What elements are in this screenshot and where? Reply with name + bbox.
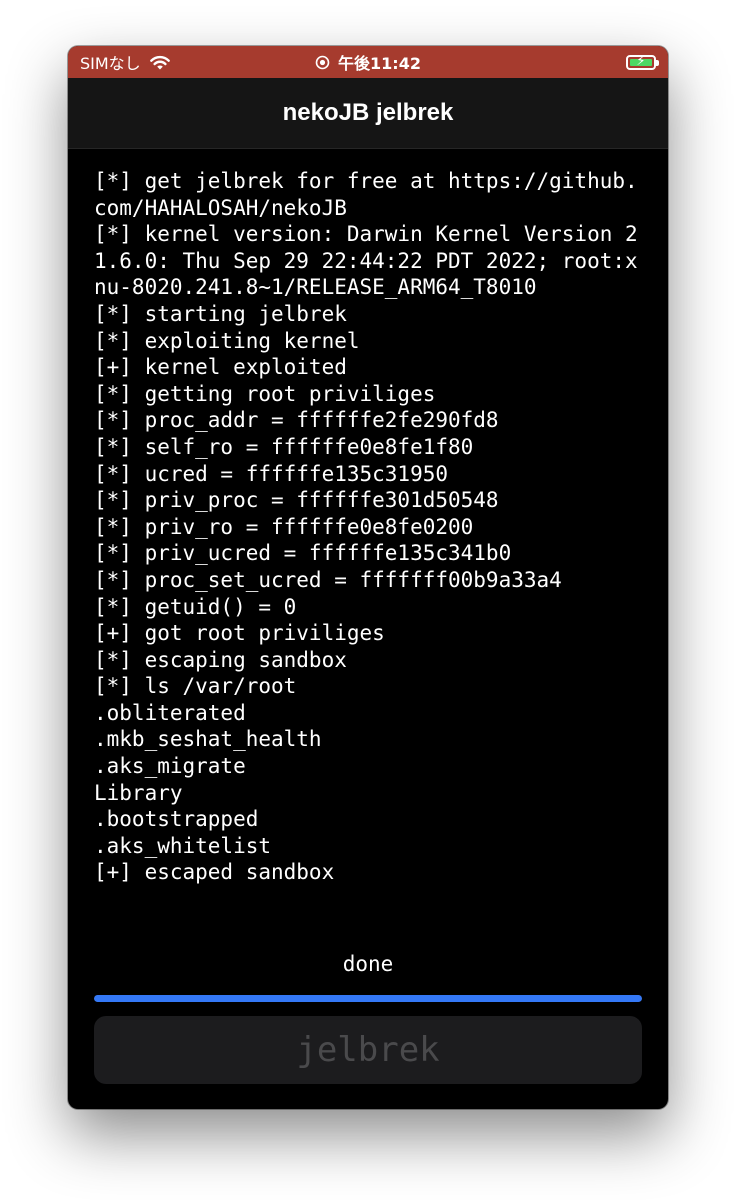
navigation-bar: nekoJB jelbrek: [68, 78, 668, 149]
log-line: [*] proc_set_ucred = fffffff00b9a33a4: [94, 567, 562, 592]
log-line: [*] self_ro = ffffffe0e8fe1f80: [94, 434, 474, 459]
log-line: .obliterated: [94, 700, 246, 725]
log-line: .aks_whitelist: [94, 833, 272, 858]
log-line: [+] escaped sandbox: [94, 860, 335, 885]
log-output[interactable]: [*] get jelbrek for free at https://gith…: [94, 168, 646, 928]
log-line: .bootstrapped: [94, 807, 259, 832]
log-line: [*] escaping sandbox: [94, 647, 347, 672]
status-bar: SIMなし 午後11:42 ⚡: [68, 46, 668, 78]
log-line: [*] proc_addr = ffffffe2fe290fd8: [94, 408, 499, 433]
log-line: [*] ls /var/root: [94, 674, 297, 699]
screenshot-stage: SIMなし 午後11:42 ⚡ nekoJB jelbrek [*] get j…: [0, 0, 736, 1200]
log-line: [*] starting jelbrek: [94, 301, 347, 326]
jelbrek-button[interactable]: jelbrek: [94, 1016, 642, 1084]
battery-charging-icon: ⚡: [626, 53, 659, 70]
status-right: ⚡: [626, 46, 659, 78]
charging-bolt-icon: ⚡: [636, 53, 646, 69]
log-line: [*] ucred = ffffffe135c31950: [94, 461, 449, 486]
log-line: .aks_migrate: [94, 754, 246, 779]
log-line: [*] kernel version: Darwin Kernel Versio…: [94, 222, 638, 300]
log-line: [+] kernel exploited: [94, 355, 347, 380]
log-line: [*] get jelbrek for free at https://gith…: [94, 169, 638, 220]
location-icon: [315, 55, 330, 70]
status-center: 午後11:42: [68, 46, 668, 78]
battery-cap: [656, 59, 659, 66]
nav-title: nekoJB jelbrek: [282, 99, 454, 126]
log-line: [*] priv_ro = ffffffe0e8fe0200: [94, 514, 474, 539]
phone-window: SIMなし 午後11:42 ⚡ nekoJB jelbrek [*] get j…: [68, 46, 668, 1109]
log-line: [*] getting root priviliges: [94, 381, 436, 406]
log-line: [*] priv_proc = ffffffe301d50548: [94, 488, 499, 513]
log-line: [+] got root priviliges: [94, 621, 385, 646]
status-label: done: [342, 952, 394, 976]
log-line: [*] priv_ucred = ffffffe135c341b0: [94, 541, 512, 566]
log-line: Library: [94, 780, 183, 805]
progress-fill: [94, 995, 642, 1002]
progress-bar: [94, 995, 642, 1002]
status-time: 午後11:42: [338, 54, 421, 73]
log-line: [*] exploiting kernel: [94, 328, 360, 353]
log-line: [*] getuid() = 0: [94, 594, 297, 619]
log-line: .mkb_seshat_health: [94, 727, 322, 752]
